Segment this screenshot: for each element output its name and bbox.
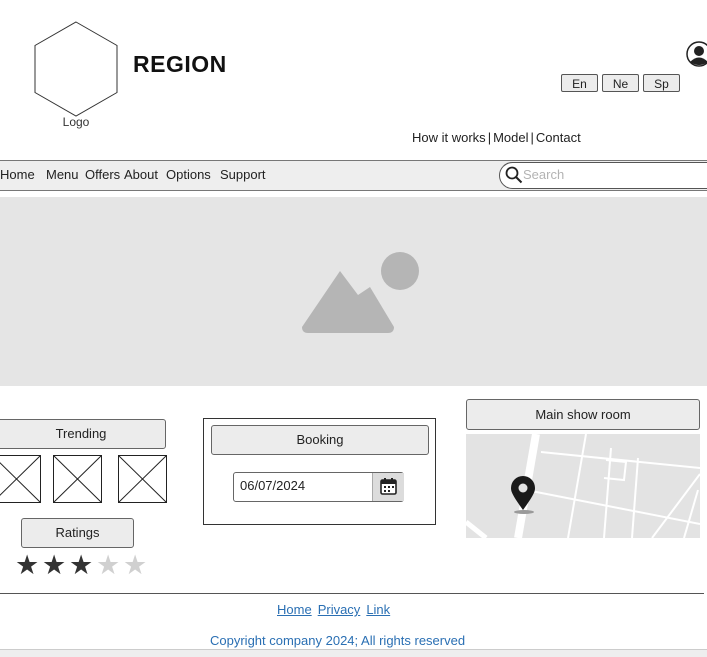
calendar-icon bbox=[380, 478, 397, 495]
rating-star-3[interactable]: ★ bbox=[69, 550, 93, 580]
image-placeholder-icon bbox=[302, 252, 419, 333]
nav-item-menu[interactable]: Menu bbox=[46, 167, 79, 182]
logo-label: Logo bbox=[62, 115, 90, 129]
footer-link-link[interactable]: Link bbox=[366, 602, 390, 617]
nav-item-home[interactable]: Home bbox=[0, 167, 35, 182]
nav-item-offers[interactable]: Offers bbox=[85, 167, 120, 182]
footer-link-home[interactable]: Home bbox=[277, 602, 312, 617]
brand-title: REGION bbox=[133, 51, 227, 77]
rating-star-1[interactable]: ★ bbox=[15, 550, 39, 580]
rating-star-5[interactable]: ★ bbox=[123, 550, 147, 580]
footer-link-privacy[interactable]: Privacy bbox=[318, 602, 361, 617]
nav-item-options[interactable]: Options bbox=[166, 167, 211, 182]
footer-divider bbox=[0, 593, 704, 594]
ratings-button[interactable]: Ratings bbox=[21, 518, 134, 548]
nav-item-about[interactable]: About bbox=[124, 167, 158, 182]
showroom-map[interactable] bbox=[466, 434, 700, 538]
user-icon[interactable] bbox=[686, 41, 707, 69]
nav-item-support[interactable]: Support bbox=[220, 167, 266, 182]
trending-button[interactable]: Trending bbox=[0, 419, 166, 449]
logo-hexagon[interactable] bbox=[33, 21, 119, 117]
top-link-contact[interactable]: Contact bbox=[536, 130, 581, 145]
rating-star-4[interactable]: ★ bbox=[96, 550, 120, 580]
lang-sp-button[interactable]: Sp bbox=[643, 74, 680, 92]
booking-date-value: 06/07/2024 bbox=[240, 478, 306, 493]
lang-ne-button[interactable]: Ne bbox=[602, 74, 639, 92]
trending-thumbnail-1[interactable] bbox=[0, 455, 41, 503]
lang-en-button[interactable]: En bbox=[561, 74, 598, 92]
search-placeholder: Search bbox=[523, 167, 565, 182]
top-links: How it works | Model | Contact bbox=[412, 130, 581, 145]
link-separator: | bbox=[530, 130, 534, 145]
search-icon bbox=[505, 166, 523, 184]
calendar-button[interactable] bbox=[372, 473, 404, 501]
trending-thumbnail-2[interactable] bbox=[53, 455, 102, 503]
top-link-model[interactable]: Model bbox=[493, 130, 528, 145]
footer-links: Home Privacy Link bbox=[277, 602, 396, 617]
trending-thumbnail-3[interactable] bbox=[118, 455, 167, 503]
link-separator: | bbox=[487, 130, 492, 145]
rating-star-2[interactable]: ★ bbox=[42, 550, 66, 580]
showroom-button[interactable]: Main show room bbox=[466, 399, 700, 430]
booking-button[interactable]: Booking bbox=[211, 425, 429, 455]
top-link-how-it-works[interactable]: How it works bbox=[412, 130, 486, 145]
copyright-text: Copyright company 2024; All rights reser… bbox=[210, 633, 466, 648]
